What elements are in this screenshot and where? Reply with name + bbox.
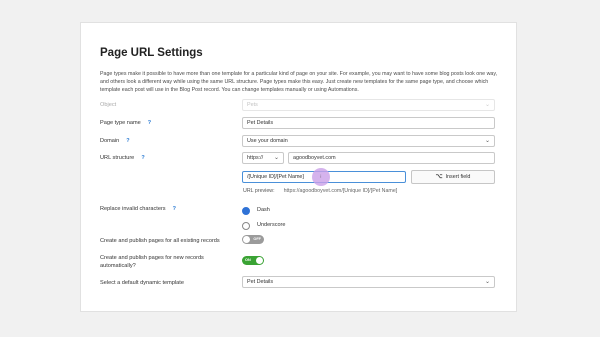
radio-dash-label: Dash [257,207,270,213]
help-icon[interactable]: ? [126,138,129,144]
page-type-name-input[interactable]: Pet Details [242,117,495,129]
insert-field-button[interactable]: ⌥ Insert field [411,170,495,184]
url-preview-value: https://agoodboyvet.com/[Unique ID]/[Pet… [283,188,398,194]
publish-new-label: Create and publish pages for new records… [100,255,204,269]
default-template-label: Select a default dynamic template [100,280,184,286]
object-select: Pets ⌄ [242,99,495,111]
url-structure-label: URL structure? [100,155,145,161]
toggle-knob [243,236,250,243]
url-preview-label: URL preview: [243,188,275,194]
page-title: Page URL Settings [100,47,203,59]
toggle-state: ON [245,257,251,262]
radio-underscore-label: Underscore [257,222,286,228]
chevron-down-icon: ⌄ [484,102,490,108]
domain-value: Use your domain [247,138,288,144]
help-icon[interactable]: ? [148,120,151,126]
publish-new-toggle[interactable]: ON [242,256,264,265]
page-type-name-label: Page type name? [100,120,152,126]
insert-field-label: Insert field [445,174,471,180]
radio-dash[interactable] [242,207,250,215]
replace-invalid-label: Replace invalid characters? [100,206,176,212]
help-icon[interactable]: ? [141,155,144,161]
text-cursor-icon: ⁝ [320,174,322,180]
default-template-select[interactable]: Pet Details ⌄ [242,276,495,288]
publish-existing-label: Create and publish pages for all existin… [100,238,220,244]
chevron-down-icon: ⌄ [484,279,490,285]
chevron-down-icon: ⌄ [273,155,279,161]
insert-field-icon: ⌥ [435,174,443,180]
url-preview: URL preview: https://agoodboyvet.com/[Uni… [243,188,397,194]
publish-existing-toggle[interactable]: OFF [242,235,264,244]
toggle-knob [256,257,263,264]
object-value: Pets [247,102,258,108]
default-template-value: Pet Details [247,279,274,285]
toggle-state: OFF [253,236,261,241]
help-icon[interactable]: ? [173,206,176,212]
chevron-down-icon: ⌄ [484,138,490,144]
domain-select[interactable]: Use your domain ⌄ [242,135,495,147]
object-label: Object [100,102,117,108]
radio-underscore[interactable] [242,222,250,230]
page-description: Page types make it possible to have more… [100,71,498,93]
protocol-select[interactable]: https:// ⌄ [242,152,284,164]
host-input[interactable]: agoodboyvet.com [288,152,495,164]
domain-label: Domain? [100,138,130,144]
protocol-value: https:// [247,155,264,161]
